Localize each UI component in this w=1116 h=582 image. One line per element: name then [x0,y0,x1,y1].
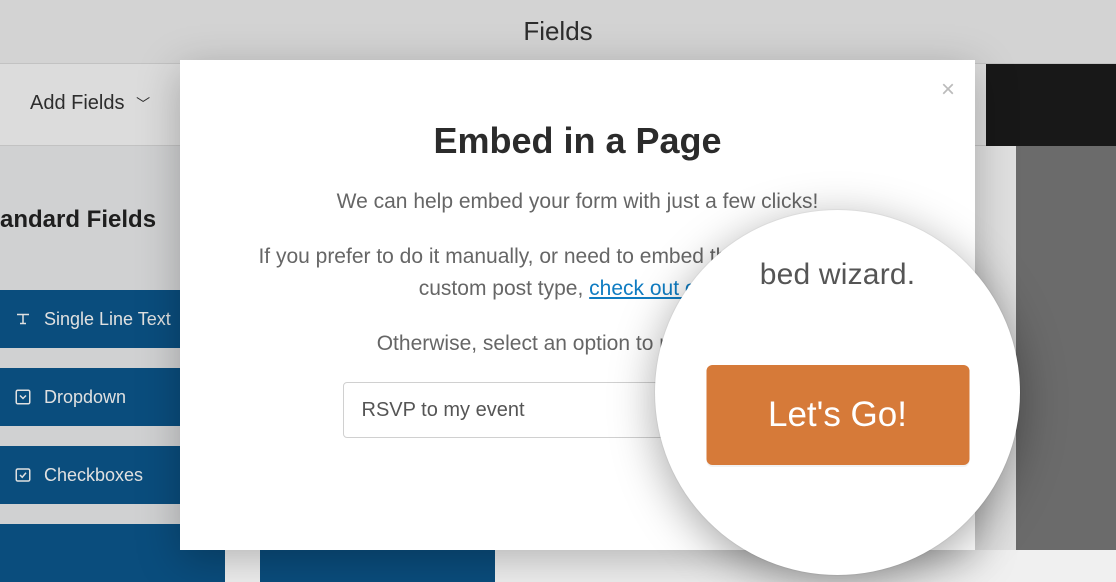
check-square-icon [14,466,32,484]
text-icon [14,310,32,328]
field-label: Dropdown [44,387,126,408]
caret-square-down-icon [14,388,32,406]
lets-go-button[interactable]: Let's Go! [706,365,969,465]
fields-section-label: andard Fields [0,206,156,234]
chevron-down-icon: ﹀ [136,96,150,112]
modal-title: Embed in a Page [240,120,915,162]
magnifier-lens: bed wizard. Let's Go! [655,210,1020,575]
page-title-bar: Fields [0,0,1116,64]
field-label: Single Line Text [44,309,171,330]
close-icon[interactable]: × [941,78,955,102]
field-label: Checkboxes [44,465,143,486]
add-fields-dropdown[interactable]: Add Fields ﹀ [30,92,150,115]
lets-go-label: Let's Go! [768,395,907,435]
add-fields-label: Add Fields [30,92,125,114]
lens-text-fragment: bed wizard. [655,258,1020,292]
page-title: Fields [523,16,592,47]
toolbar-right-dark [986,64,1116,146]
